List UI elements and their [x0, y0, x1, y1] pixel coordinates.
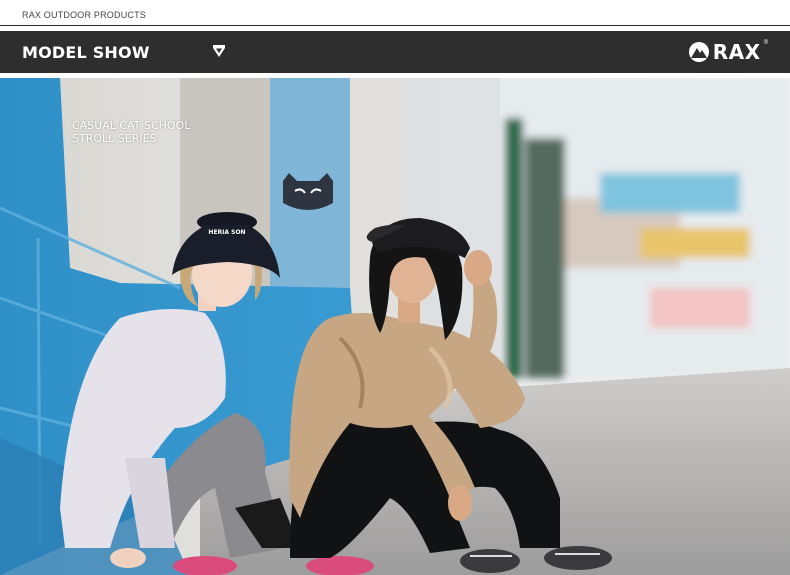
- caption-line-2: STROLL SERIES: [72, 132, 157, 145]
- brand-logo[interactable]: RAX ®: [688, 39, 768, 65]
- rax-mountain-logo-icon: [688, 42, 709, 62]
- section-bar: MODEL SHOW RAX ®: [0, 31, 790, 73]
- caption-line-1: CASUAL CAT SCHOOL: [72, 119, 191, 132]
- brand-breadcrumb: RAX OUTDOOR PRODUCTS: [22, 10, 147, 20]
- brand-name: RAX: [712, 40, 761, 64]
- brand-registered-mark: ®: [763, 40, 768, 46]
- chevron-down-icon[interactable]: [212, 44, 226, 58]
- model-photo: HERIA SON CASUAL CAT SCHOOL STROLL SERIE…: [0, 78, 790, 575]
- section-title: MODEL SHOW: [22, 43, 150, 62]
- header-divider: [0, 25, 790, 26]
- hat-logo-text: HERIA SON: [208, 229, 245, 236]
- model-show-photograph: HERIA SON: [0, 78, 790, 575]
- photo-caption: CASUAL CAT SCHOOL STROLL SERIES: [72, 119, 190, 145]
